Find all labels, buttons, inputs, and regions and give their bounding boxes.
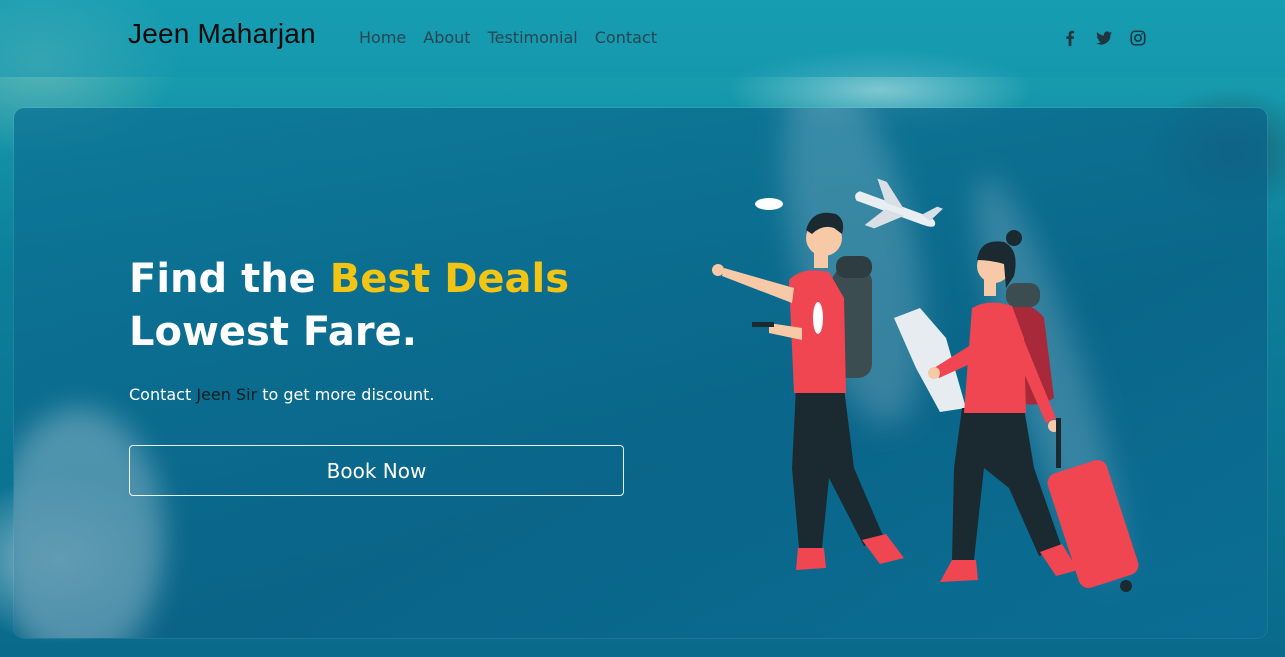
airplane-icon [855, 178, 943, 229]
instagram-icon[interactable] [1128, 28, 1148, 48]
contact-name: Jeen Sir [196, 385, 258, 404]
travelers-illustration [712, 178, 1139, 592]
nav-menu: Home About Testimonial Contact [359, 28, 657, 47]
headline-line2: Lowest Fare. [129, 309, 417, 355]
hero-headline: Find the Best Deals Lowest Fare. [129, 253, 569, 359]
hero-card: Find the Best Deals Lowest Fare. Contact… [14, 108, 1267, 638]
hero-subtext: Contact Jeen Sir to get more discount. [129, 385, 434, 404]
brand-logo[interactable]: Jeen Maharjan [128, 18, 316, 50]
navbar: Jeen Maharjan Home About Testimonial Con… [0, 0, 1285, 77]
subtext-prefix: Contact [129, 385, 197, 404]
water-wake [14, 408, 164, 638]
headline-accent: Best Deals [329, 256, 570, 302]
female-traveler [894, 230, 1139, 592]
social-links [1060, 28, 1148, 48]
nav-link-testimonial[interactable]: Testimonial [488, 28, 578, 47]
cloud-icon [755, 198, 783, 210]
nav-link-about[interactable]: About [423, 28, 470, 47]
nav-link-contact[interactable]: Contact [595, 28, 657, 47]
male-traveler [712, 212, 904, 570]
facebook-icon[interactable] [1060, 28, 1080, 48]
book-now-button[interactable]: Book Now [129, 445, 624, 496]
subtext-suffix: to get more discount. [257, 385, 435, 404]
nav-link-home[interactable]: Home [359, 28, 406, 47]
headline-text: Find the [129, 256, 330, 302]
twitter-icon[interactable] [1094, 28, 1114, 48]
